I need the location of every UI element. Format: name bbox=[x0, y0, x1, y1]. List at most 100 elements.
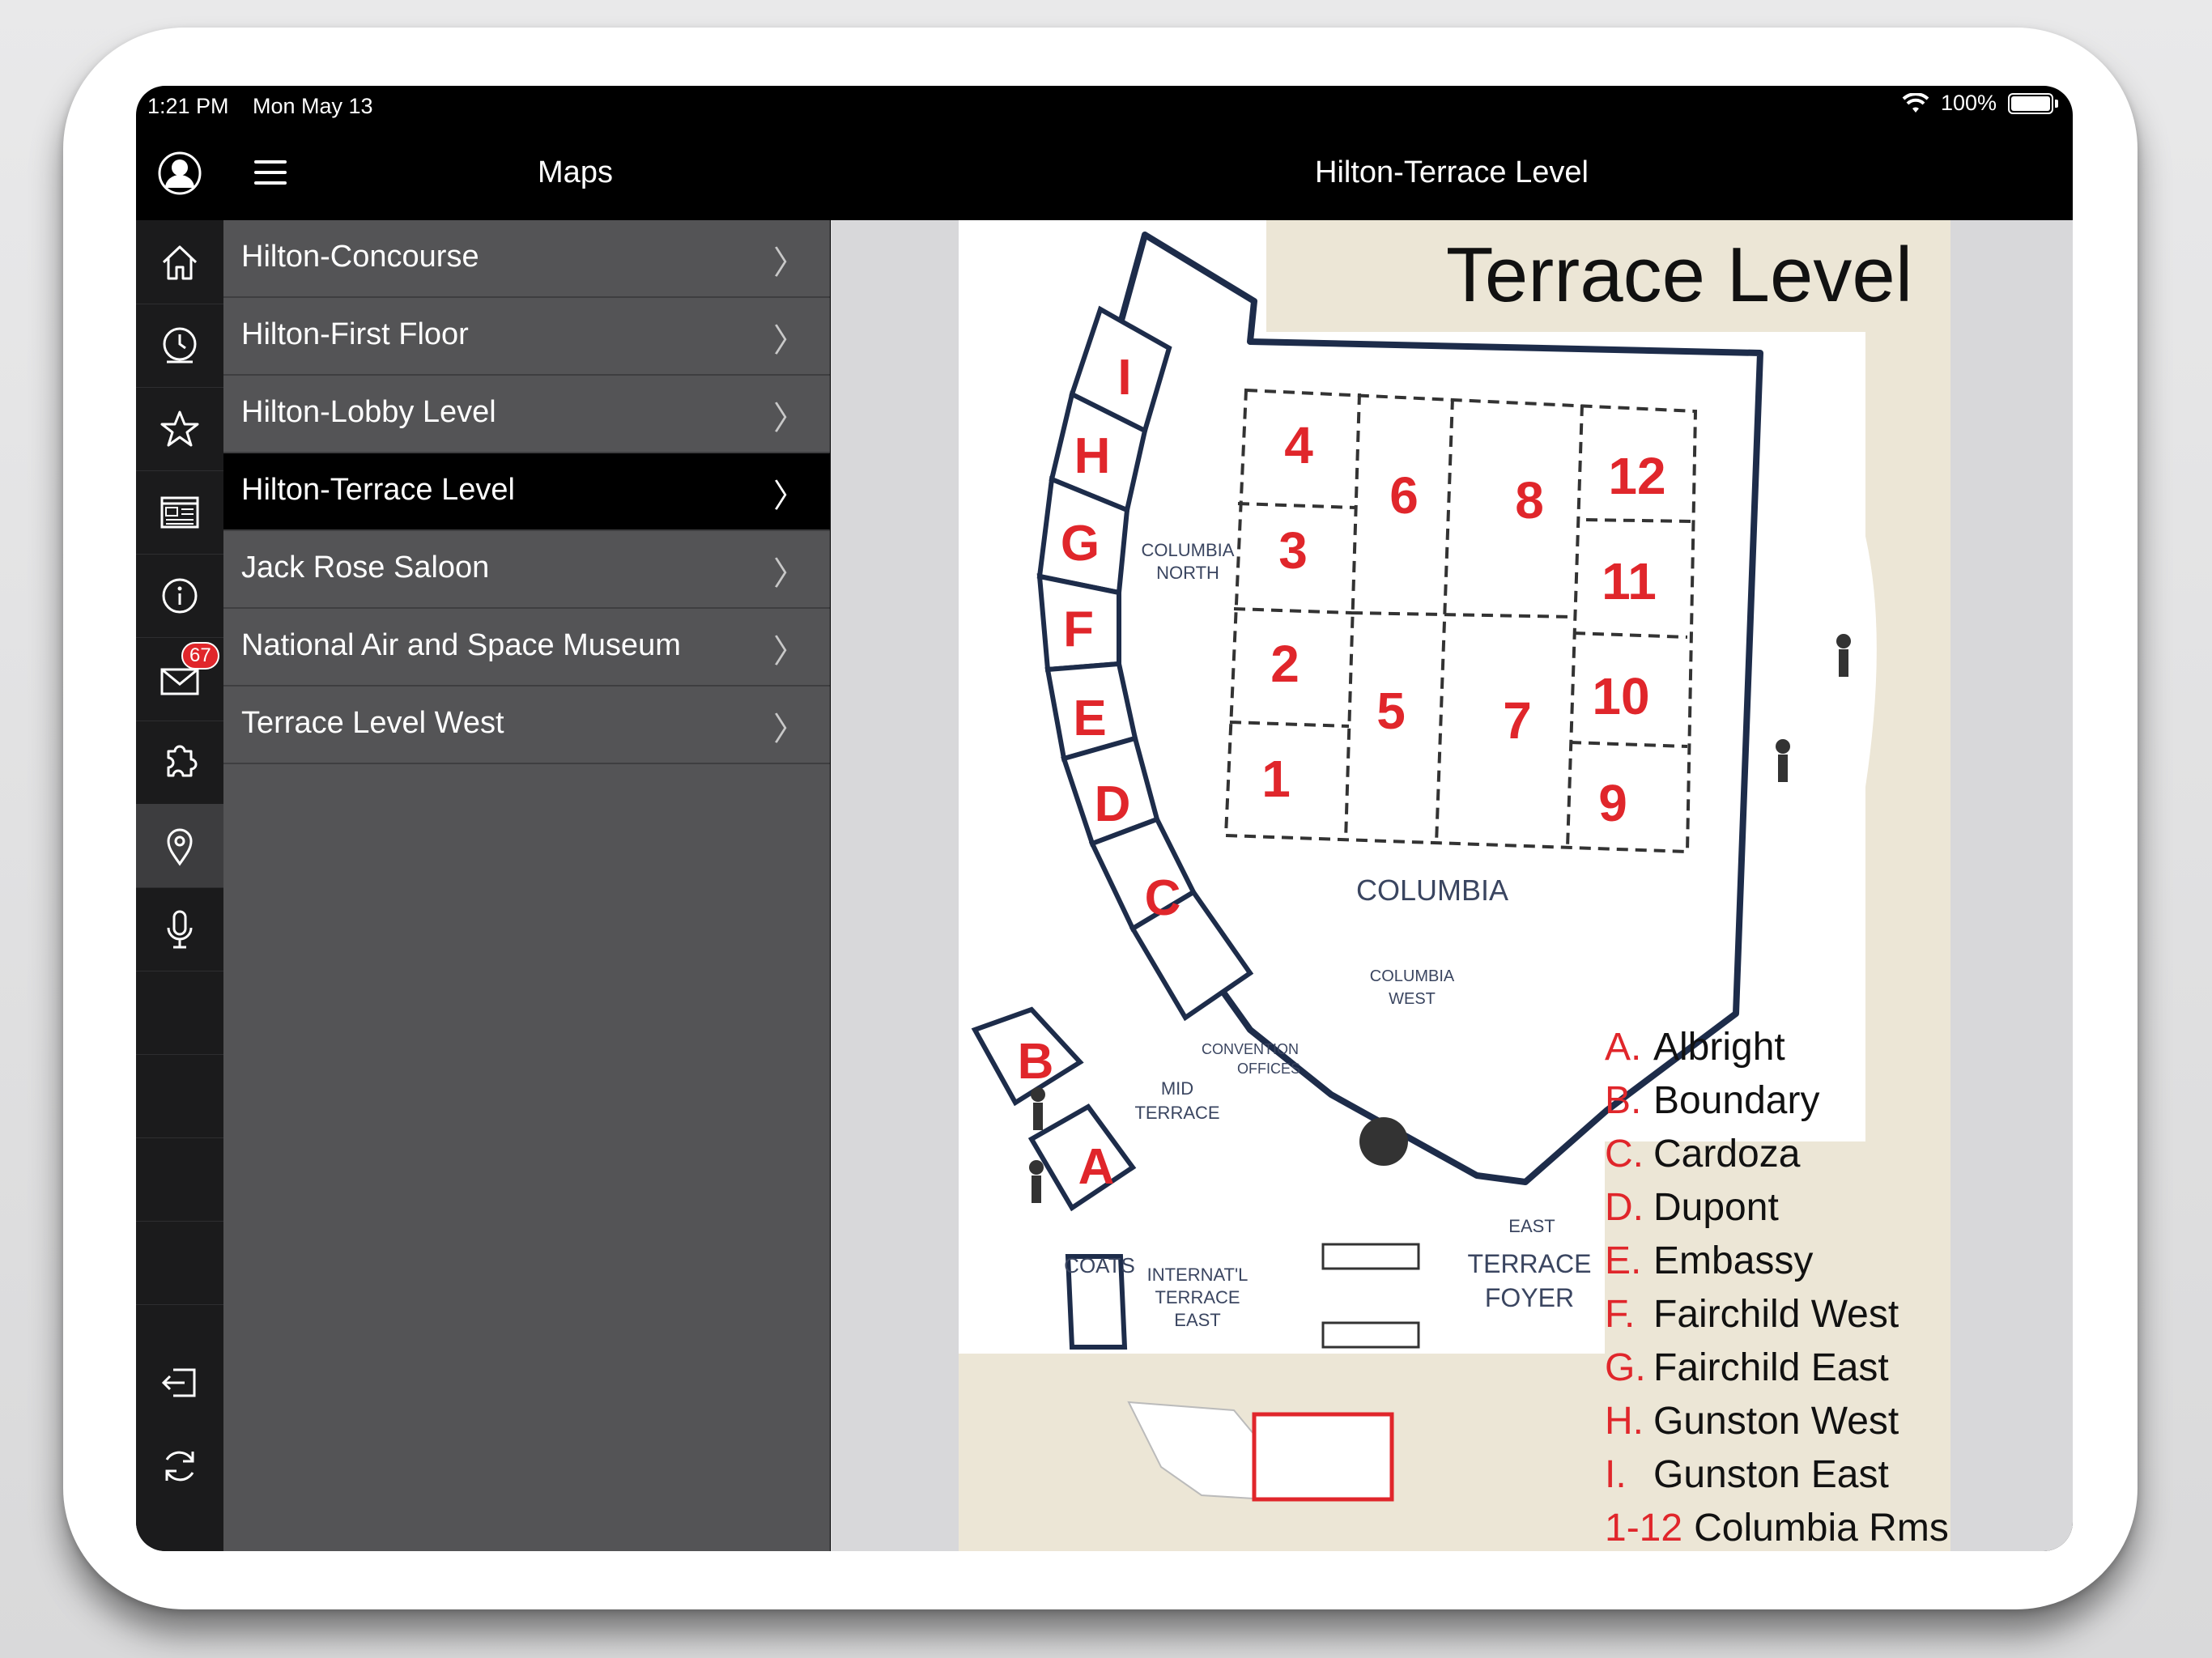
room-number: 1 bbox=[1261, 750, 1291, 808]
room-number: 2 bbox=[1270, 635, 1300, 693]
room-number: 11 bbox=[1602, 552, 1657, 610]
map-list-item[interactable]: Jack Rose Saloon 〉 bbox=[223, 531, 830, 609]
area-label: WEST bbox=[1389, 990, 1436, 1008]
newspaper-icon bbox=[160, 496, 199, 528]
legend-row: A. Albright bbox=[1605, 1026, 1785, 1069]
chevron-right-icon: 〉 bbox=[773, 401, 806, 436]
map-list-item-label: Hilton-Lobby Level bbox=[241, 395, 496, 429]
rail-empty-2 bbox=[136, 1054, 223, 1138]
app-screen: 1:21 PM Mon May 13 100% 67 Maps Hilton-C… bbox=[136, 86, 2073, 1551]
legend-row: 1-12 Columbia Rms bbox=[1605, 1507, 1949, 1550]
room-letter: G bbox=[1061, 516, 1100, 572]
room-number: 6 bbox=[1389, 466, 1419, 525]
room-letter: I bbox=[1117, 350, 1131, 406]
room-number: 4 bbox=[1284, 416, 1313, 474]
microphone-icon bbox=[167, 910, 193, 948]
rail-messages[interactable]: 67 bbox=[136, 637, 223, 721]
legend-row: E. Embassy bbox=[1605, 1239, 1814, 1282]
room-letter: A bbox=[1078, 1139, 1115, 1195]
map-list-item-label: Jack Rose Saloon bbox=[241, 551, 490, 585]
map-list-item-selected[interactable]: Hilton-Terrace Level 〉 bbox=[223, 453, 830, 531]
logout-icon bbox=[161, 1368, 196, 1397]
rail-audio[interactable] bbox=[136, 887, 223, 971]
maps-panel-title: Maps bbox=[538, 155, 613, 189]
room-number: 8 bbox=[1515, 471, 1544, 529]
floor-plan-image[interactable]: Terrace Level I H G F E D C B A 4 6 8 12… bbox=[959, 220, 1950, 1551]
map-list-item-label: Hilton-Concourse bbox=[241, 240, 479, 274]
chevron-right-icon: 〉 bbox=[773, 556, 806, 592]
legend-row: G. Fairchild East bbox=[1605, 1346, 1889, 1389]
legend-row: H. Gunston West bbox=[1605, 1400, 1899, 1443]
room-number: 7 bbox=[1503, 691, 1532, 750]
home-icon bbox=[162, 245, 198, 279]
maps-panel-header: Maps bbox=[223, 126, 830, 220]
rail-empty-1 bbox=[136, 971, 223, 1055]
map-view-header: Hilton-Terrace Level bbox=[831, 126, 2073, 220]
room-letter: E bbox=[1073, 691, 1106, 746]
area-label: EAST bbox=[1508, 1216, 1555, 1236]
room-letter: B bbox=[1018, 1034, 1054, 1090]
info-icon bbox=[162, 578, 198, 613]
maps-panel: Maps Hilton-Concourse 〉 Hilton-First Flo… bbox=[223, 126, 830, 1551]
status-date: Mon May 13 bbox=[253, 94, 373, 118]
chevron-right-icon: 〉 bbox=[773, 634, 806, 670]
rail-empty-3 bbox=[136, 1137, 223, 1222]
rail-logout[interactable] bbox=[136, 1341, 223, 1424]
room-letter: F bbox=[1063, 602, 1094, 657]
rail-empty-4 bbox=[136, 1221, 223, 1305]
area-label: COLUMBIA bbox=[1370, 967, 1455, 985]
area-label: TERRACE bbox=[1134, 1103, 1219, 1123]
map-list-item[interactable]: National Air and Space Museum 〉 bbox=[223, 609, 830, 687]
rail-refresh[interactable] bbox=[136, 1424, 223, 1507]
room-number: 10 bbox=[1592, 667, 1649, 725]
room-letter: C bbox=[1145, 870, 1181, 926]
map-list-item[interactable]: Hilton-First Floor 〉 bbox=[223, 298, 830, 376]
legend-row: F. Fairchild West bbox=[1605, 1293, 1899, 1336]
area-label: TERRACE bbox=[1468, 1249, 1592, 1278]
chevron-right-icon: 〉 bbox=[773, 323, 806, 359]
area-label: COATS bbox=[1064, 1253, 1135, 1278]
map-pin-icon bbox=[167, 828, 193, 866]
area-label: OFFICES bbox=[1237, 1061, 1300, 1077]
refresh-icon bbox=[165, 1451, 194, 1481]
area-label: CONVENTION bbox=[1202, 1041, 1299, 1057]
rail-extras[interactable] bbox=[136, 721, 223, 805]
area-label: TERRACE bbox=[1155, 1287, 1240, 1307]
map-list-item-label: Terrace Level West bbox=[241, 706, 504, 740]
area-label: INTERNAT'L bbox=[1147, 1265, 1249, 1285]
rail-home[interactable] bbox=[136, 220, 223, 304]
mail-badge: 67 bbox=[181, 642, 219, 670]
area-label: NORTH bbox=[1156, 563, 1219, 583]
room-number: 5 bbox=[1376, 682, 1406, 740]
rail-favorites[interactable] bbox=[136, 387, 223, 471]
area-label: FOYER bbox=[1485, 1283, 1574, 1312]
rail-maps[interactable] bbox=[136, 804, 223, 888]
chevron-right-icon: 〉 bbox=[773, 478, 806, 514]
profile-button[interactable] bbox=[136, 126, 223, 220]
area-label: MID bbox=[1161, 1078, 1193, 1099]
puzzle-icon bbox=[167, 745, 198, 776]
map-list-item-label: Hilton-First Floor bbox=[241, 317, 469, 351]
area-label: COLUMBIA bbox=[1356, 874, 1508, 907]
rail-news[interactable] bbox=[136, 470, 223, 555]
battery-percent: 100% bbox=[1940, 91, 1997, 115]
rail-info[interactable] bbox=[136, 554, 223, 638]
map-list-item[interactable]: Terrace Level West 〉 bbox=[223, 687, 830, 764]
room-letter: D bbox=[1095, 776, 1131, 832]
map-heading: Terrace Level bbox=[1446, 232, 1912, 318]
map-list-item[interactable]: Hilton-Concourse 〉 bbox=[223, 220, 830, 298]
status-bar: 1:21 PM Mon May 13 100% bbox=[136, 86, 2073, 126]
legend-row: B. Boundary bbox=[1605, 1079, 1820, 1122]
wifi-icon bbox=[1902, 92, 1929, 113]
star-icon bbox=[160, 410, 199, 446]
area-label: COLUMBIA bbox=[1142, 540, 1235, 560]
room-number: 9 bbox=[1598, 774, 1627, 832]
status-right: 100% bbox=[1902, 91, 2058, 116]
chevron-right-icon: 〉 bbox=[773, 712, 806, 747]
map-list-item[interactable]: Hilton-Lobby Level 〉 bbox=[223, 376, 830, 453]
rail-schedule[interactable] bbox=[136, 304, 223, 388]
map-legend: A. Albright B. Boundary C. Cardoza D. Dupont… bbox=[1605, 1025, 1949, 1551]
map-view-title: Hilton-Terrace Level bbox=[1315, 155, 1589, 189]
battery-icon bbox=[2008, 92, 2053, 114]
legend-row: C. Cardoza bbox=[1605, 1133, 1801, 1175]
